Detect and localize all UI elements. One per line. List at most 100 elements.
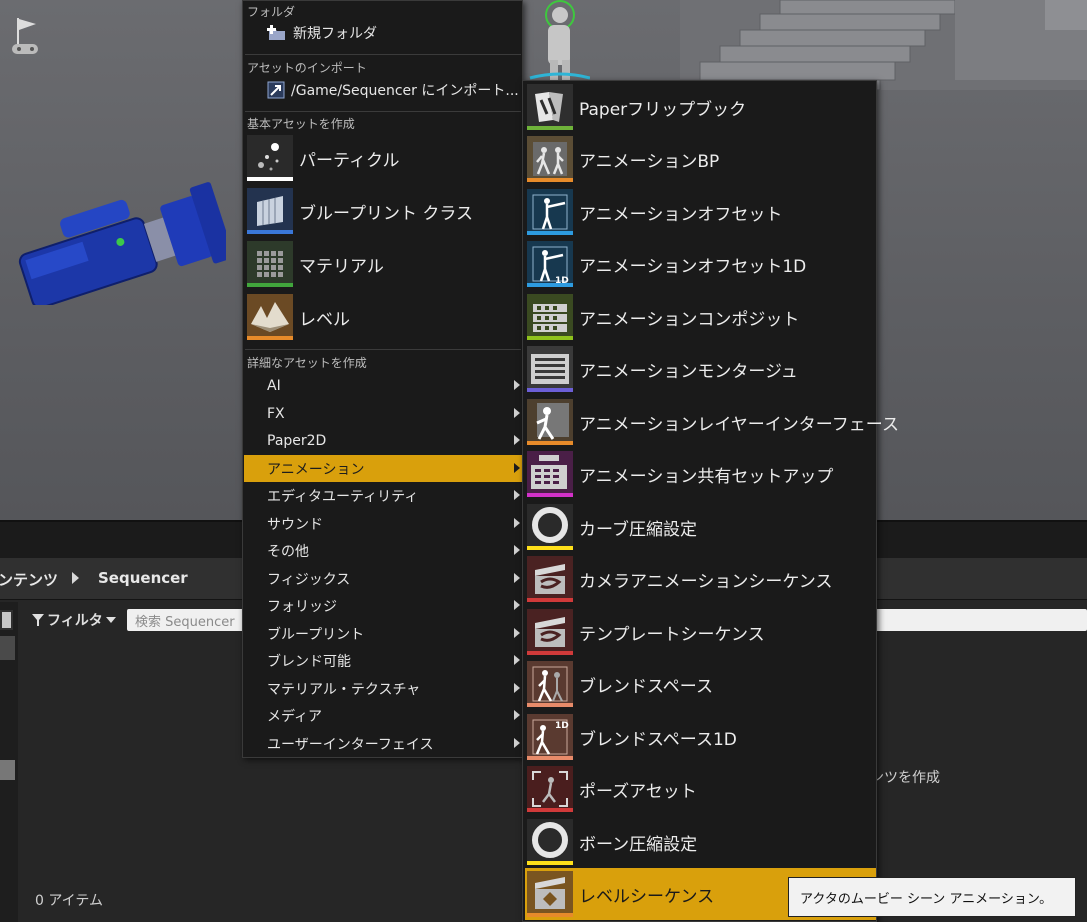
submenu-arrow-icon <box>514 683 520 693</box>
create-aim-offset-1d-item[interactable]: 1D アニメーションオフセット1D <box>525 238 876 290</box>
create-bone-compression-item[interactable]: ボーン圧縮設定 <box>525 816 876 868</box>
svg-text:1D: 1D <box>555 721 569 731</box>
curve-compression-icon <box>527 504 573 550</box>
create-animation-blueprint-item[interactable]: アニメーションBP <box>525 133 876 185</box>
blend-space-icon <box>527 661 573 707</box>
category-label: アニメーション <box>267 461 365 478</box>
submenu-arrow-icon <box>514 545 520 555</box>
sources-tab[interactable] <box>0 636 15 660</box>
stairs-mesh <box>680 0 1087 90</box>
asset-type-color-bar <box>527 861 573 865</box>
category-editor-utilities[interactable]: エディタユーティリティ <box>244 482 523 509</box>
category-materials-textures[interactable]: マテリアル・テクスチャ <box>244 675 523 702</box>
camera-animation-sequence-icon <box>527 556 573 602</box>
level-icon <box>247 294 293 340</box>
level-sequence-label: レベルシーケンス <box>579 886 715 907</box>
asset-type-color-bar <box>527 808 573 812</box>
animation-montage-icon <box>527 346 573 392</box>
create-pose-asset-item[interactable]: ポーズアセット <box>525 763 876 815</box>
create-curve-compression-item[interactable]: カーブ圧縮設定 <box>525 501 876 553</box>
pose-asset-icon <box>527 766 573 812</box>
bone-compression-icon <box>527 819 573 865</box>
animation-composite-icon <box>527 294 573 340</box>
create-blend-space-1d-item[interactable]: 1D ブレンドスペース1D <box>525 711 876 763</box>
asset-type-color-bar <box>527 126 573 130</box>
asset-type-color-bar <box>527 336 573 340</box>
category-label: その他 <box>267 543 309 560</box>
category-label: エディタユーティリティ <box>267 488 419 505</box>
collections-tab[interactable] <box>0 760 15 780</box>
create-material-item[interactable]: マテリアル <box>247 240 519 288</box>
pose-asset-label: ポーズアセット <box>579 781 697 802</box>
create-animation-composite-item[interactable]: アニメーションコンポジット <box>525 291 876 343</box>
category-miscellaneous[interactable]: その他 <box>244 537 523 564</box>
import-item[interactable]: /Game/Sequencer にインポート... <box>267 78 519 102</box>
create-particle-label: パーティクル <box>299 150 400 171</box>
aim-offset-1d-icon: 1D <box>527 241 573 287</box>
animation-layer-interface-label: アニメーションレイヤーインターフェース <box>579 414 899 435</box>
category-blueprints[interactable]: ブループリント <box>244 620 523 647</box>
breadcrumb-content[interactable]: ンテンツ <box>0 569 58 590</box>
asset-type-color-bar <box>247 336 293 340</box>
material-icon <box>247 241 293 287</box>
category-label: フィジックス <box>267 571 351 588</box>
category-label: メディア <box>267 708 323 725</box>
asset-type-color-bar <box>527 651 573 655</box>
category-sound[interactable]: サウンド <box>244 510 523 537</box>
create-animation-montage-item[interactable]: アニメーションモンタージュ <box>525 343 876 395</box>
menu-separator <box>245 54 521 55</box>
category-animation[interactable]: アニメーション <box>244 455 523 482</box>
curve-compression-label: カーブ圧縮設定 <box>579 519 697 540</box>
category-physics[interactable]: フィジックス <box>244 565 523 592</box>
blueprint-class-icon <box>247 188 293 234</box>
category-user-interface[interactable]: ユーザーインターフェイス <box>244 730 523 757</box>
category-media[interactable]: メディア <box>244 702 523 729</box>
blend-space-label: ブレンドスペース <box>579 676 713 697</box>
create-animation-layer-interface-item[interactable]: アニメーションレイヤーインターフェース <box>525 396 899 448</box>
create-level-item[interactable]: レベル <box>247 293 519 341</box>
category-fx[interactable]: FX <box>244 400 523 427</box>
create-content-hint: ンツを作成 <box>870 770 940 786</box>
category-label: フォリッジ <box>267 598 337 615</box>
new-folder-item[interactable]: 新規フォルダ <box>267 21 377 45</box>
aim-offset-1d-label: アニメーションオフセット1D <box>579 256 807 277</box>
create-blend-space-item[interactable]: ブレンドスペース <box>525 658 876 710</box>
breadcrumb-separator-icon[interactable] <box>72 572 79 584</box>
items-count: 0 アイテム <box>35 893 103 909</box>
mannequin-figure <box>529 0 590 82</box>
level-sequence-icon <box>527 871 573 917</box>
filter-button[interactable]: フィルタ <box>32 610 116 630</box>
add-new-context-menu: フォルダ 新規フォルダ アセットのインポート /Game/Sequencer に… <box>242 0 523 758</box>
submenu-arrow-icon <box>514 628 520 638</box>
asset-type-color-bar <box>527 441 573 445</box>
menu-separator <box>245 349 521 350</box>
create-particle-item[interactable]: パーティクル <box>247 134 519 182</box>
animation-montage-label: アニメーションモンタージュ <box>579 361 798 382</box>
create-blueprint-class-item[interactable]: ブループリント クラス <box>247 187 519 235</box>
category-label: ブレンド可能 <box>267 653 351 670</box>
view-options-icon[interactable] <box>0 610 13 630</box>
asset-type-color-bar <box>527 388 573 392</box>
asset-type-color-bar <box>527 283 573 287</box>
category-blendables[interactable]: ブレンド可能 <box>244 647 523 674</box>
create-animation-sharing-setup-item[interactable]: アニメーション共有セットアップ <box>525 448 876 500</box>
breadcrumb-sequencer[interactable]: Sequencer <box>98 569 188 587</box>
create-aim-offset-item[interactable]: アニメーションオフセット <box>525 186 876 238</box>
asset-type-color-bar <box>527 598 573 602</box>
blend-space-1d-icon: 1D <box>527 714 573 760</box>
aim-offset-icon <box>527 189 573 235</box>
animation-composite-label: アニメーションコンポジット <box>579 309 800 330</box>
asset-type-color-bar <box>247 283 293 287</box>
level-sequence-tooltip: アクタのムービー シーン アニメーション。 <box>788 877 1076 917</box>
create-camera-animation-sequence-item[interactable]: カメラアニメーションシーケンス <box>525 553 876 605</box>
create-template-sequence-item[interactable]: テンプレートシーケンス <box>525 606 876 658</box>
section-header-advanced: 詳細なアセットを作成 <box>247 356 367 370</box>
category-label: マテリアル・テクスチャ <box>267 681 421 698</box>
paper-flipbook-label: Paperフリップブック <box>579 99 747 120</box>
category-label: Paper2D <box>267 432 327 449</box>
category-foliage[interactable]: フォリッジ <box>244 592 523 619</box>
create-paper-flipbook-item[interactable]: Paperフリップブック <box>525 81 876 133</box>
category-paper2d[interactable]: Paper2D <box>244 427 523 454</box>
category-ai[interactable]: AI <box>244 372 523 399</box>
category-label: ユーザーインターフェイス <box>267 736 434 753</box>
